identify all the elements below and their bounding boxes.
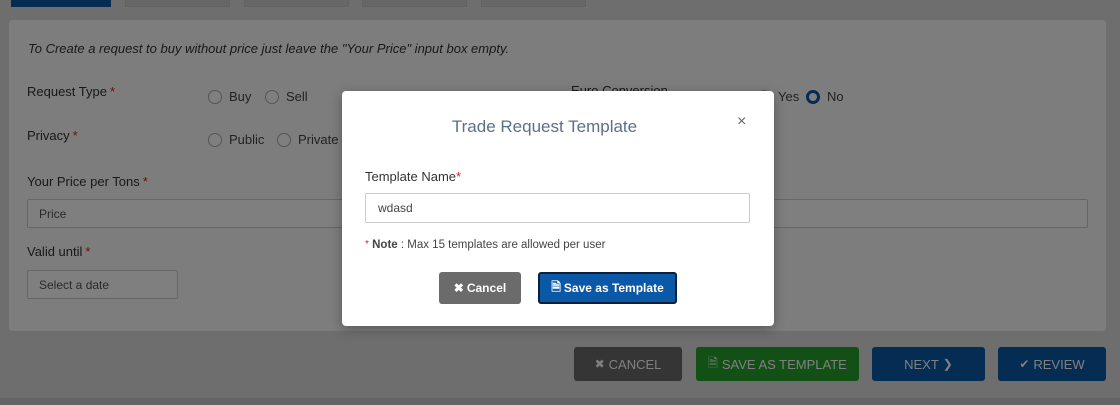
modal-save-template-button[interactable]: 🗎 Save as Template	[538, 272, 677, 304]
modal-title: Trade Request Template	[451, 117, 638, 136]
template-note: * Note : Max 15 templates are allowed pe…	[365, 239, 606, 251]
close-icon[interactable]: ×	[737, 113, 746, 131]
template-name-input[interactable]	[365, 193, 750, 223]
template-name-label: Template Name*	[365, 169, 462, 184]
template-modal: Trade Request Template × Template Name* …	[342, 91, 774, 326]
times-icon: ✖	[453, 281, 464, 295]
file-icon: 🗎	[551, 279, 561, 294]
modal-cancel-button[interactable]: ✖ Cancel	[439, 272, 521, 304]
